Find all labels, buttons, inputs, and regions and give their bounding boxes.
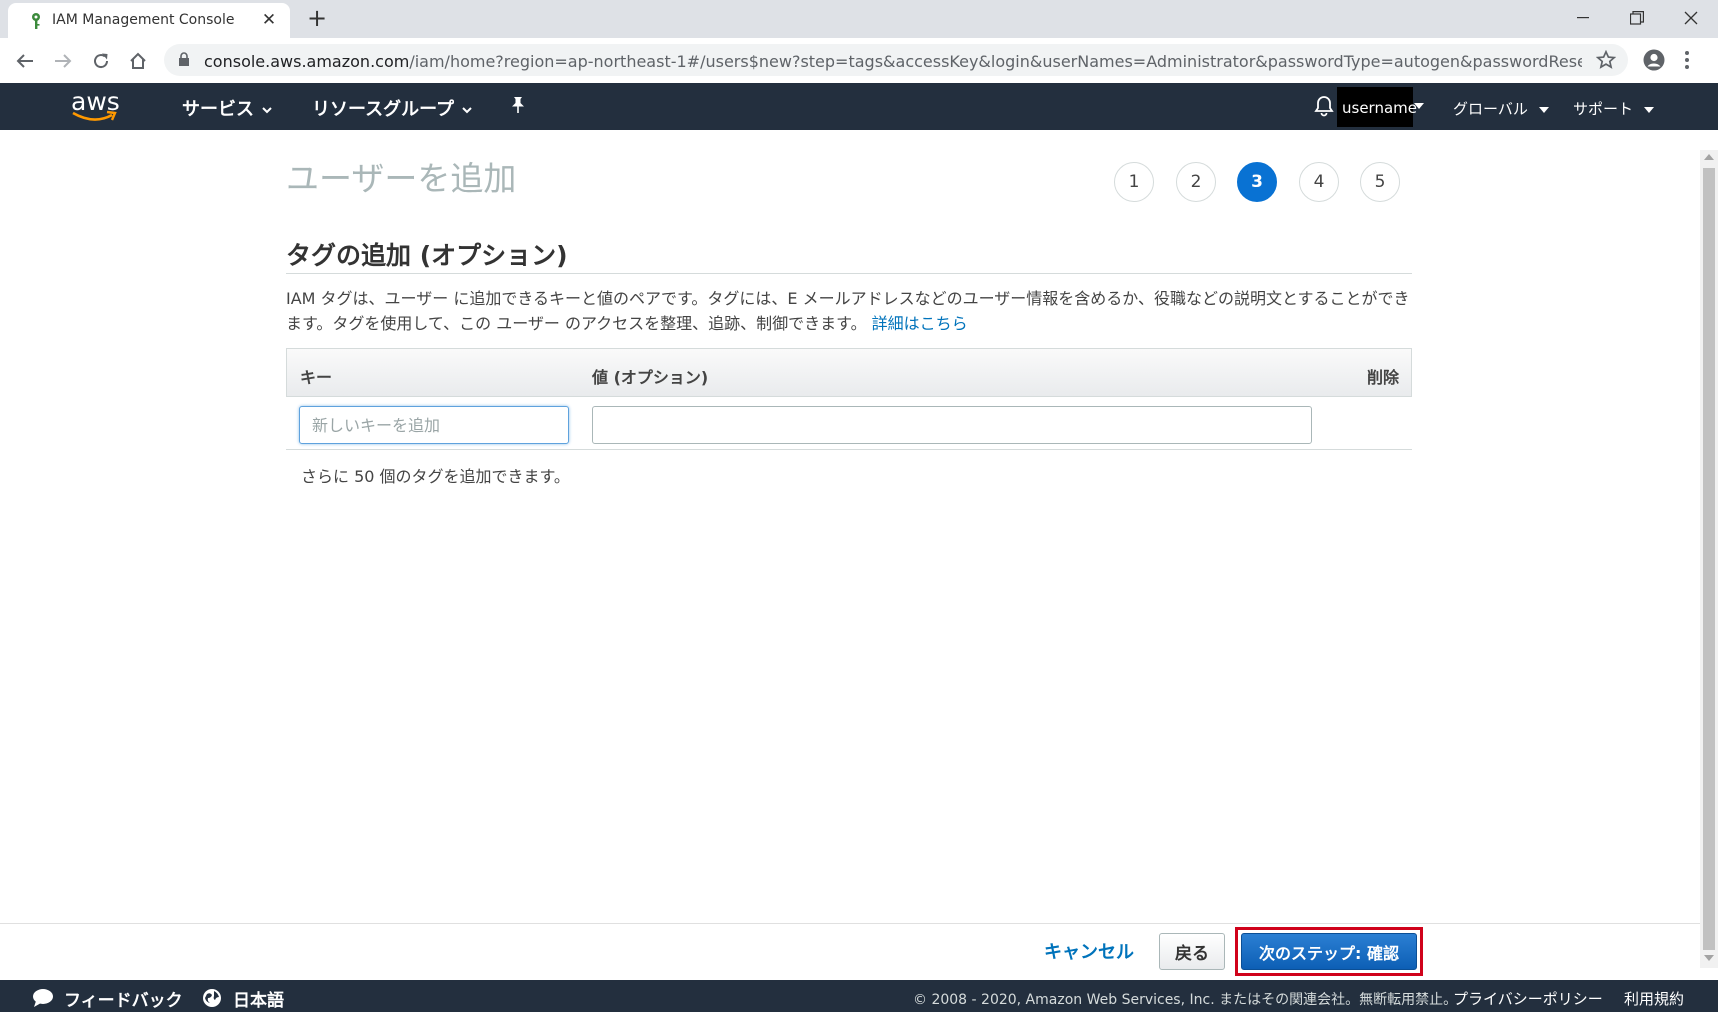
page-title: ユーザーを追加: [286, 159, 517, 198]
reload-icon[interactable]: [87, 47, 115, 75]
bookmark-star-icon[interactable]: [1596, 50, 1616, 70]
close-window-icon[interactable]: [1666, 0, 1716, 36]
profile-icon[interactable]: [1643, 49, 1665, 71]
wizard-step-2[interactable]: 2: [1176, 162, 1216, 202]
column-header-remove: 削除: [1366, 368, 1399, 387]
section-title: タグの追加 (オプション): [286, 241, 568, 270]
restore-icon[interactable]: [1612, 0, 1662, 36]
new-tab-icon[interactable]: +: [304, 5, 330, 31]
chevron-down-icon: [462, 106, 472, 113]
caret-down-icon: [1538, 106, 1549, 113]
tags-table: キー 値 (オプション) 削除: [286, 348, 1412, 450]
scroll-up-icon[interactable]: [1704, 154, 1714, 160]
scroll-down-icon[interactable]: [1704, 955, 1714, 961]
cancel-button[interactable]: キャンセル: [1044, 938, 1134, 964]
tag-value-input[interactable]: [592, 406, 1312, 444]
caret-down-icon: [1643, 106, 1654, 113]
wizard-step-4[interactable]: 4: [1299, 162, 1339, 202]
aws-smile-icon: [72, 110, 117, 121]
feedback-bubble-icon: [33, 989, 53, 1007]
caret-down-icon: [1414, 103, 1424, 109]
tag-key-input[interactable]: [299, 406, 569, 444]
tab-close-icon[interactable]: ✕: [258, 8, 280, 32]
wizard-action-bar: [0, 923, 1700, 980]
console-footer: フィードバック 日本語 © 2008 - 2020, Amazon Web Se…: [0, 980, 1718, 1012]
globe-icon: [203, 989, 221, 1007]
services-menu[interactable]: サービス: [182, 95, 272, 121]
remaining-tags-text: さらに 50 個のタグを追加できます。: [301, 467, 570, 486]
support-menu[interactable]: サポート: [1573, 98, 1654, 119]
language-selector[interactable]: 日本語: [233, 986, 284, 1011]
feedback-link[interactable]: フィードバック: [64, 986, 183, 1011]
privacy-policy-link[interactable]: プライバシーポリシー: [1453, 988, 1603, 1009]
tags-description: IAM タグは、ユーザー に追加できるキーと値のペアです。タグには、E メールア…: [286, 289, 1410, 333]
resource-groups-menu[interactable]: リソースグループ: [312, 95, 472, 121]
iam-key-icon: [32, 13, 40, 29]
column-header-value: 値 (オプション): [592, 368, 709, 387]
scrollbar-thumb[interactable]: [1703, 168, 1715, 950]
next-review-button[interactable]: 次のステップ: 確認: [1241, 933, 1417, 970]
divider: [286, 273, 1412, 274]
forward-icon[interactable]: [49, 47, 77, 75]
wizard-step-3: 3: [1237, 162, 1277, 202]
back-button[interactable]: 戻る: [1159, 933, 1225, 970]
wizard-step-1[interactable]: 1: [1114, 162, 1154, 202]
url-text[interactable]: console.aws.amazon.com/iam/home?region=a…: [204, 52, 1582, 71]
aws-nav-bar: aws サービス リソースグループ username グローバル サポート: [0, 83, 1718, 130]
table-header: キー 値 (オプション) 削除: [286, 348, 1412, 397]
username-label: username: [1342, 99, 1417, 117]
browser-tabstrip: IAM Management Console ✕ +: [0, 0, 1718, 38]
region-menu[interactable]: グローバル: [1453, 98, 1549, 119]
copyright-text: © 2008 - 2020, Amazon Web Services, Inc.…: [913, 992, 1458, 1008]
column-header-key: キー: [300, 368, 333, 387]
back-icon[interactable]: [11, 47, 39, 75]
lock-icon: [179, 52, 189, 66]
divider: [286, 449, 1412, 450]
home-icon[interactable]: [124, 47, 152, 75]
learn-more-link[interactable]: 詳細はこちら: [872, 314, 968, 333]
more-menu-icon[interactable]: [1684, 50, 1690, 70]
minimize-icon[interactable]: [1558, 0, 1608, 36]
chevron-down-icon: [262, 106, 272, 113]
aws-logo[interactable]: aws: [70, 87, 120, 124]
browser-toolbar: console.aws.amazon.com/iam/home?region=a…: [0, 38, 1718, 82]
wizard-step-5[interactable]: 5: [1360, 162, 1400, 202]
terms-link[interactable]: 利用規約: [1624, 988, 1684, 1009]
tab-title: IAM Management Console: [52, 12, 235, 28]
browser-tab[interactable]: IAM Management Console ✕: [8, 3, 290, 38]
pin-icon[interactable]: [510, 96, 526, 114]
bell-icon[interactable]: [1314, 95, 1334, 117]
